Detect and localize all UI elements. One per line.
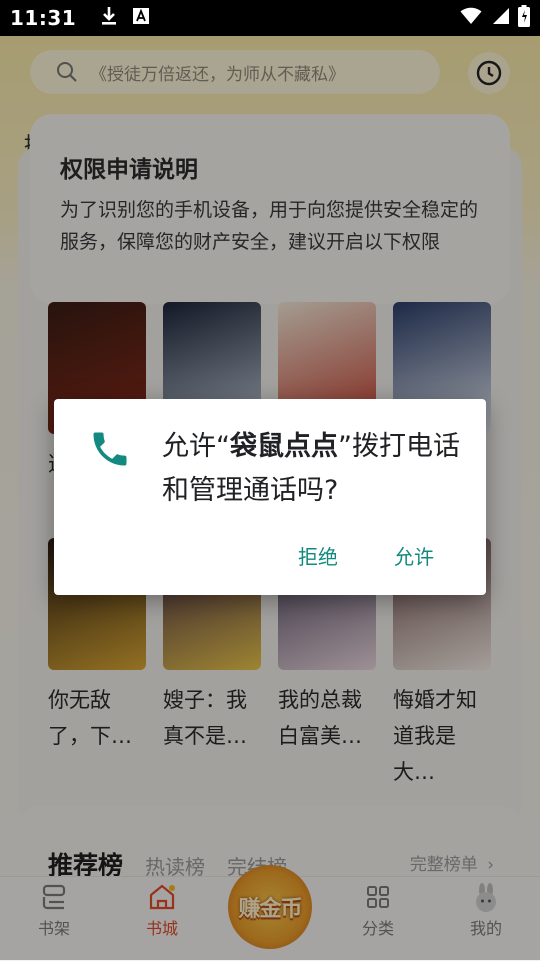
permission-message-prefix: 允许“: [162, 431, 230, 462]
status-bar: 11:31: [0, 0, 540, 36]
status-time: 11:31: [10, 6, 77, 30]
wifi-icon: [460, 7, 482, 29]
permission-dialog: 允许“袋鼠点点”拨打电话和管理通话吗? 拒绝 允许: [54, 399, 486, 595]
phone-icon: [88, 427, 132, 475]
deny-button[interactable]: 拒绝: [290, 537, 346, 574]
allow-button[interactable]: 允许: [386, 537, 442, 574]
cell-signal-icon: [490, 7, 510, 29]
permission-app-name: 袋鼠点点: [230, 431, 338, 462]
permission-message: 允许“袋鼠点点”拨打电话和管理通话吗?: [162, 425, 462, 513]
download-icon: [100, 6, 118, 30]
battery-icon: [518, 5, 530, 31]
notification-a-icon: [132, 7, 150, 29]
